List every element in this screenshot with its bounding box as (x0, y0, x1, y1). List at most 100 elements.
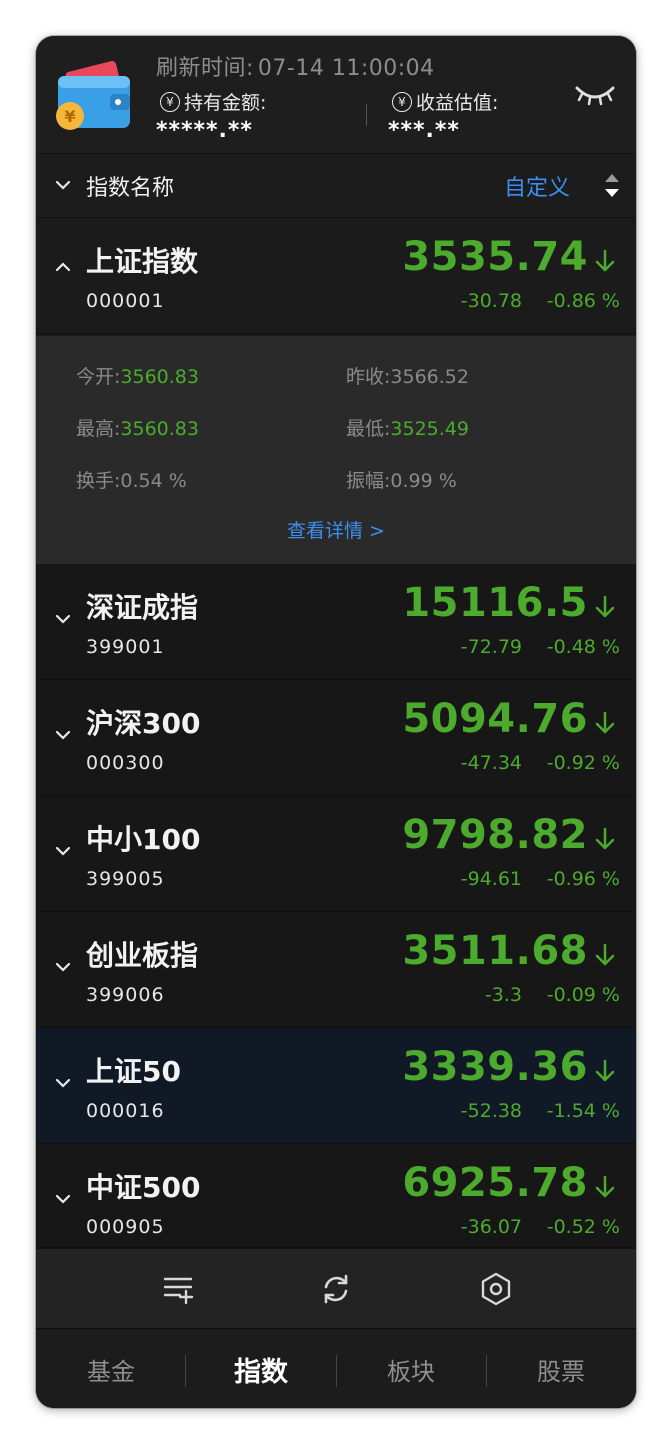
list-add-icon[interactable] (160, 1271, 196, 1307)
estimate-label: ¥ 收益估值: (392, 88, 498, 115)
index-percent: -0.48 % (546, 636, 620, 658)
index-row[interactable]: 上证指数 000001 3535.74 -30.78 -0.86 % (36, 218, 636, 334)
index-percent: -0.86 % (546, 290, 620, 312)
holding-label-text: 持有金额: (184, 92, 267, 114)
arrow-down-icon (595, 827, 615, 850)
chevron-down-icon[interactable] (54, 958, 72, 976)
turnover-value: 0.54 % (120, 470, 187, 492)
index-code: 000905 (86, 1216, 165, 1238)
index-change: -94.61 (460, 868, 522, 890)
index-percent: -0.96 % (546, 868, 620, 890)
index-name: 沪深300 (86, 707, 201, 740)
index-row[interactable]: 创业板指 399006 3511.68 -3.3 -0.09 % (36, 912, 636, 1028)
tab-stock[interactable]: 股票 (486, 1329, 636, 1408)
refresh-icon[interactable] (318, 1271, 354, 1307)
index-price: 6925.78 (402, 1160, 588, 1206)
app-window: ¥ 刷新时间: 07-14 11:00:04 ¥ 持有金额: *****.** ¥… (36, 36, 636, 1408)
index-change: -36.07 (460, 1216, 522, 1238)
arrow-down-icon (595, 595, 615, 618)
svg-text:¥: ¥ (64, 107, 75, 126)
index-name: 创业板指 (86, 939, 199, 972)
list-header: 指数名称 自定义 (36, 154, 636, 218)
chevron-down-icon[interactable] (54, 610, 72, 628)
holding-amount-value: *****.** (156, 118, 253, 143)
prev-close-value: 3566.52 (390, 366, 469, 388)
eye-closed-icon[interactable] (574, 80, 616, 110)
holding-amount-label: ¥ 持有金额: (160, 88, 266, 115)
sort-icon[interactable] (602, 170, 622, 202)
index-price: 9798.82 (402, 812, 588, 858)
summary-header: ¥ 刷新时间: 07-14 11:00:04 ¥ 持有金额: *****.** ¥… (36, 36, 636, 154)
index-price: 3535.74 (402, 234, 588, 280)
turnover-label: 换手: (76, 470, 121, 492)
prev-close: 昨收:3566.52 (346, 362, 469, 389)
amplitude-label: 振幅: (346, 470, 391, 492)
index-code: 399001 (86, 636, 165, 658)
customize-button[interactable]: 自定义 (504, 170, 570, 202)
refresh-time: 刷新时间: 07-14 11:00:04 (156, 50, 435, 82)
prev-close-label: 昨收: (346, 366, 391, 388)
index-name: 中小100 (86, 823, 201, 856)
wallet-icon: ¥ (56, 61, 130, 130)
open-price: 今开:3560.83 (76, 362, 199, 389)
refresh-time-value: 07-14 11:00:04 (257, 56, 435, 81)
action-toolbar (36, 1248, 636, 1328)
chevron-down-icon[interactable] (54, 726, 72, 744)
index-change: -72.79 (460, 636, 522, 658)
index-price: 5094.76 (402, 696, 588, 742)
arrow-down-icon (595, 1175, 615, 1198)
settings-icon[interactable] (478, 1271, 514, 1307)
tab-fund[interactable]: 基金 (36, 1329, 186, 1408)
bottom-tab-bar: 基金 指数 板块 股票 (36, 1328, 636, 1408)
yen-icon: ¥ (160, 91, 180, 112)
index-row[interactable]: 深证成指 399001 15116.5 -72.79 -0.48 % (36, 564, 636, 680)
tab-sector[interactable]: 板块 (336, 1329, 486, 1408)
index-percent: -1.54 % (546, 1100, 620, 1122)
view-details-link[interactable]: 查看详情 > (36, 516, 636, 543)
index-percent: -0.09 % (546, 984, 620, 1006)
low-label: 最低: (346, 418, 391, 440)
index-code: 000300 (86, 752, 165, 774)
index-row[interactable]: 中证500 000905 6925.78 -36.07 -0.52 % (36, 1144, 636, 1248)
stat-divider (366, 104, 367, 126)
index-row[interactable]: 中小100 399005 9798.82 -94.61 -0.96 % (36, 796, 636, 912)
chevron-down-icon[interactable] (54, 1190, 72, 1208)
index-name-header: 指数名称 (86, 176, 175, 201)
estimate-value: ***.** (388, 118, 460, 143)
index-code: 399006 (86, 984, 165, 1006)
low-price: 最低:3525.49 (346, 414, 469, 441)
index-detail-panel: 今开:3560.83 昨收:3566.52 最高:3560.83 最低:3525… (36, 336, 636, 564)
index-price: 15116.5 (402, 580, 588, 626)
index-price: 3339.36 (402, 1044, 588, 1090)
chevron-up-icon[interactable] (54, 258, 72, 276)
low-value: 3525.49 (390, 418, 469, 440)
high-price: 最高:3560.83 (76, 414, 199, 441)
open-value: 3560.83 (120, 366, 199, 388)
index-change: -47.34 (460, 752, 522, 774)
index-change: -3.3 (484, 984, 522, 1006)
tab-index[interactable]: 指数 (186, 1329, 336, 1408)
turnover-rate: 换手:0.54 % (76, 466, 187, 493)
index-name: 上证50 (86, 1055, 181, 1088)
index-code: 399005 (86, 868, 165, 890)
index-percent: -0.92 % (546, 752, 620, 774)
index-name: 上证指数 (86, 245, 199, 278)
amplitude-value: 0.99 % (390, 470, 457, 492)
index-code: 000016 (86, 1100, 165, 1122)
arrow-down-icon (595, 1059, 615, 1082)
chevron-down-icon[interactable] (54, 1074, 72, 1092)
chevron-down-icon[interactable] (54, 842, 72, 860)
high-value: 3560.83 (120, 418, 199, 440)
index-change: -30.78 (460, 290, 522, 312)
chevron-down-icon[interactable] (54, 176, 72, 194)
index-change: -52.38 (460, 1100, 522, 1122)
open-label: 今开: (76, 366, 121, 388)
high-label: 最高: (76, 418, 121, 440)
yen-icon: ¥ (392, 91, 412, 112)
index-name: 深证成指 (86, 591, 199, 624)
index-price: 3511.68 (402, 928, 588, 974)
index-percent: -0.52 % (546, 1216, 620, 1238)
estimate-label-text: 收益估值: (416, 92, 499, 114)
index-row[interactable]: 沪深300 000300 5094.76 -47.34 -0.92 % (36, 680, 636, 796)
index-row[interactable]: 上证50 000016 3339.36 -52.38 -1.54 % (36, 1028, 636, 1144)
